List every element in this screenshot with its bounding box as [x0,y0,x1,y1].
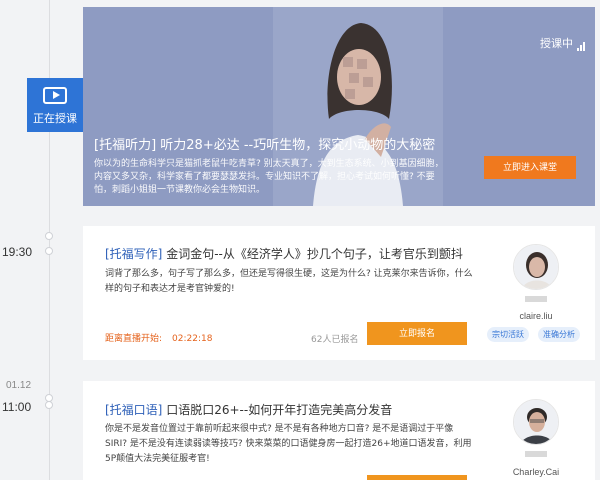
play-screen-icon [43,87,67,104]
blurred-name-block [525,296,547,302]
teacher-name: claire.liu [519,311,553,321]
status-text: 授课中 [540,37,573,50]
course-title-text: 金词金句--从《经济学人》抄几个句子，让考官乐到颤抖 [166,247,463,261]
teacher-name: Charley.Cai [512,467,560,477]
countdown: 距离直播开始: 02:22:18 [105,331,212,344]
countdown-value: 02:22:18 [172,334,213,344]
on-air-status: 授课中 [540,35,585,51]
live-now-badge[interactable]: 正在授课 [27,78,83,132]
timeline-date: 01.12 [6,380,32,391]
course-description: 你是不是发音位置过于靠前听起来很中式? 是不是有各种地方口音? 是不是语调过于平… [105,424,472,464]
course-card[interactable]: [托福口语] 口语脱口26+--如何开年打造完美高分发音 你是不是发音位置过于靠… [83,381,595,480]
live-class-card[interactable]: 授课中 [托福听力] 听力28+必达 --巧听生物，探究小动物的大秘密 你以为的… [83,7,595,206]
countdown-label: 距离直播开始: [105,334,163,344]
course-title: [托福口语] 口语脱口26+--如何开年打造完美高分发音 [105,401,392,418]
timeline-time: 19:30 [2,245,33,259]
course-tag: [托福口语] [105,403,163,417]
enroll-button[interactable]: 立即报名 [367,322,467,345]
course-card[interactable]: [托福写作] 金词金句--从《经济学人》抄几个句子，让考官乐到颤抖 词背了那么多… [83,226,595,360]
live-class-description: 你以为的生命科学只是猫抓老鼠牛吃青草? 别太天真了，大到生态系统、小到基因细胞，… [94,159,444,195]
timeline-dot [45,247,53,255]
blurred-name-block [525,451,547,457]
teacher-badge: 准确分析 [538,327,580,342]
live-badge-label: 正在授课 [33,112,77,125]
teacher-avatar[interactable] [513,399,559,445]
course-title: [托福写作] 金词金句--从《经济学人》抄几个句子，让考官乐到颤抖 [105,245,463,262]
enrolled-count: 62人已报名 [311,335,359,345]
enroll-button-edge[interactable] [367,475,467,480]
course-tag: [托福写作] [105,247,163,261]
teacher-avatar[interactable] [513,244,559,290]
timeline-dot [45,401,53,409]
timeline-dot [45,232,53,240]
teacher-badge: 宗切活跃 [487,327,529,342]
signal-bars-icon [577,42,585,51]
live-class-title: [托福听力] 听力28+必达 --巧听生物，探究小动物的大秘密 [94,138,436,153]
course-title-text: 口语脱口26+--如何开年打造完美高分发音 [166,403,393,417]
enter-classroom-button[interactable]: 立即进入课堂 [484,156,576,179]
course-description: 词背了那么多，句子写了那么多，但还是写得很生硬，这是为什么? 让克莱尔来告诉你，… [105,269,473,294]
timeline-time: 11:00 [2,400,32,414]
